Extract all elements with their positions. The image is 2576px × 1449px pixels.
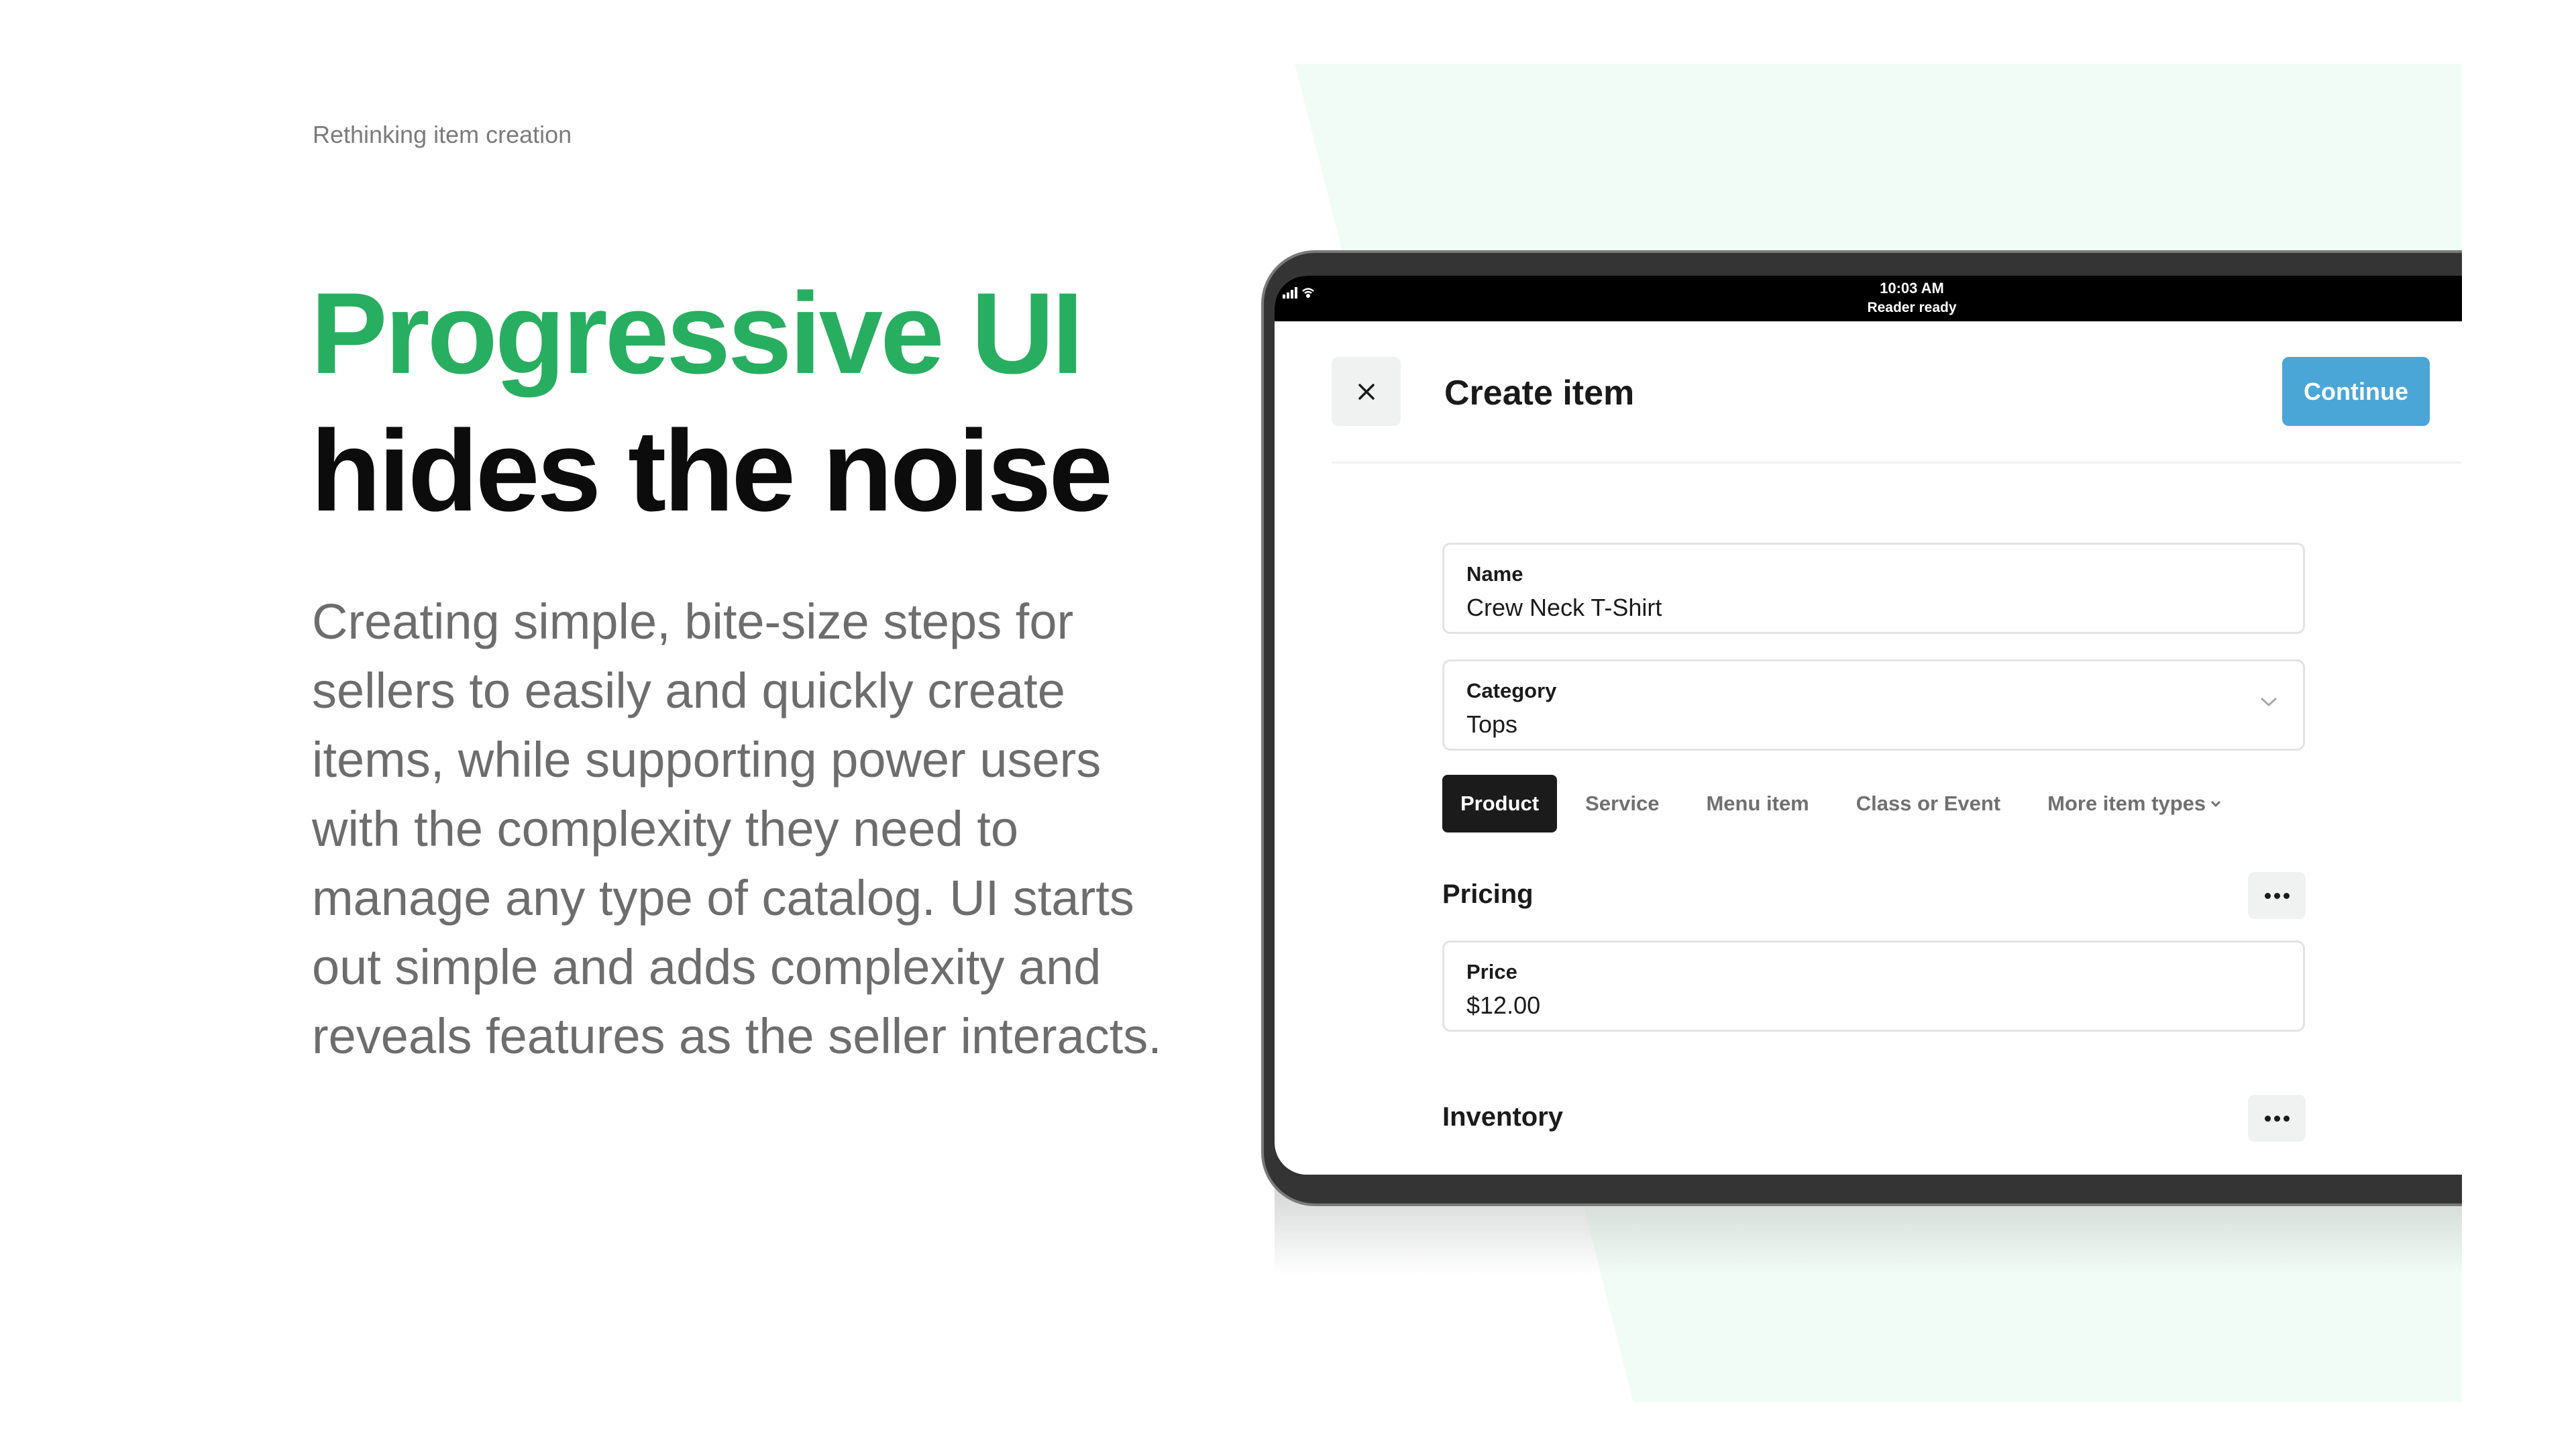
price-field[interactable]: Price $12.00 xyxy=(1442,941,2305,1032)
status-time: 10:03 AM xyxy=(1880,280,1944,297)
chevron-down-icon xyxy=(2260,697,2277,707)
price-value[interactable]: $12.00 xyxy=(1466,991,1540,1020)
tablet-screen: 10:03 AM Reader ready Create item Contin… xyxy=(1275,276,2462,1175)
eyebrow-label: Rethinking item creation xyxy=(313,121,572,148)
header-divider xyxy=(1332,462,2462,464)
inventory-more-button[interactable] xyxy=(2248,1095,2306,1142)
more-icon xyxy=(2264,892,2271,899)
more-icon xyxy=(2264,1115,2271,1122)
pricing-title: Pricing xyxy=(1442,879,1534,909)
inventory-title: Inventory xyxy=(1442,1102,1564,1132)
category-label: Category xyxy=(1466,679,1557,702)
category-value[interactable]: Tops xyxy=(1466,710,1517,739)
signal-wifi-icons xyxy=(1283,287,1314,299)
headline-accent: Progressive UI xyxy=(311,269,1084,398)
status-bar: 10:03 AM Reader ready xyxy=(1275,276,2462,321)
headline-main: hides the noise xyxy=(311,407,1113,535)
close-button[interactable] xyxy=(1332,357,1401,426)
name-field[interactable]: Name Crew Neck T-Shirt xyxy=(1442,543,2305,634)
category-select[interactable]: Category Tops xyxy=(1442,659,2305,751)
signal-icon xyxy=(1283,287,1297,299)
name-value[interactable]: Crew Neck T-Shirt xyxy=(1466,594,1662,622)
tab-product[interactable]: Product xyxy=(1442,775,1558,833)
more-icon-dot xyxy=(2283,1115,2290,1122)
pricing-more-button[interactable] xyxy=(2248,872,2306,919)
more-icon-dot xyxy=(2273,892,2280,899)
wifi-icon xyxy=(1302,288,1314,299)
more-types-chevron-icon[interactable] xyxy=(2210,799,2222,808)
tab-more-item-types[interactable]: More item types xyxy=(2047,792,2206,816)
name-label: Name xyxy=(1466,562,1523,586)
price-label: Price xyxy=(1466,960,1517,983)
tab-menu-item[interactable]: Menu item xyxy=(1706,792,1809,816)
body-copy: Creating simple, bite-size steps for sel… xyxy=(312,594,1162,1064)
tab-class-or-event[interactable]: Class or Event xyxy=(1856,792,2000,816)
tab-service[interactable]: Service xyxy=(1585,792,1659,816)
item-type-tabs: Product Service Menu item Class or Event… xyxy=(1442,775,2222,833)
more-icon-dot xyxy=(2283,892,2290,899)
tablet-mockup: 10:03 AM Reader ready Create item Contin… xyxy=(1248,241,2462,1288)
continue-button[interactable]: Continue xyxy=(2282,357,2430,426)
page-title: Create item xyxy=(1444,374,1635,413)
more-icon-dot xyxy=(2273,1115,2280,1122)
status-reader: Reader ready xyxy=(1867,300,1957,315)
headline: Progressive UI hides the noise xyxy=(311,265,1113,540)
close-icon xyxy=(1358,383,1375,400)
